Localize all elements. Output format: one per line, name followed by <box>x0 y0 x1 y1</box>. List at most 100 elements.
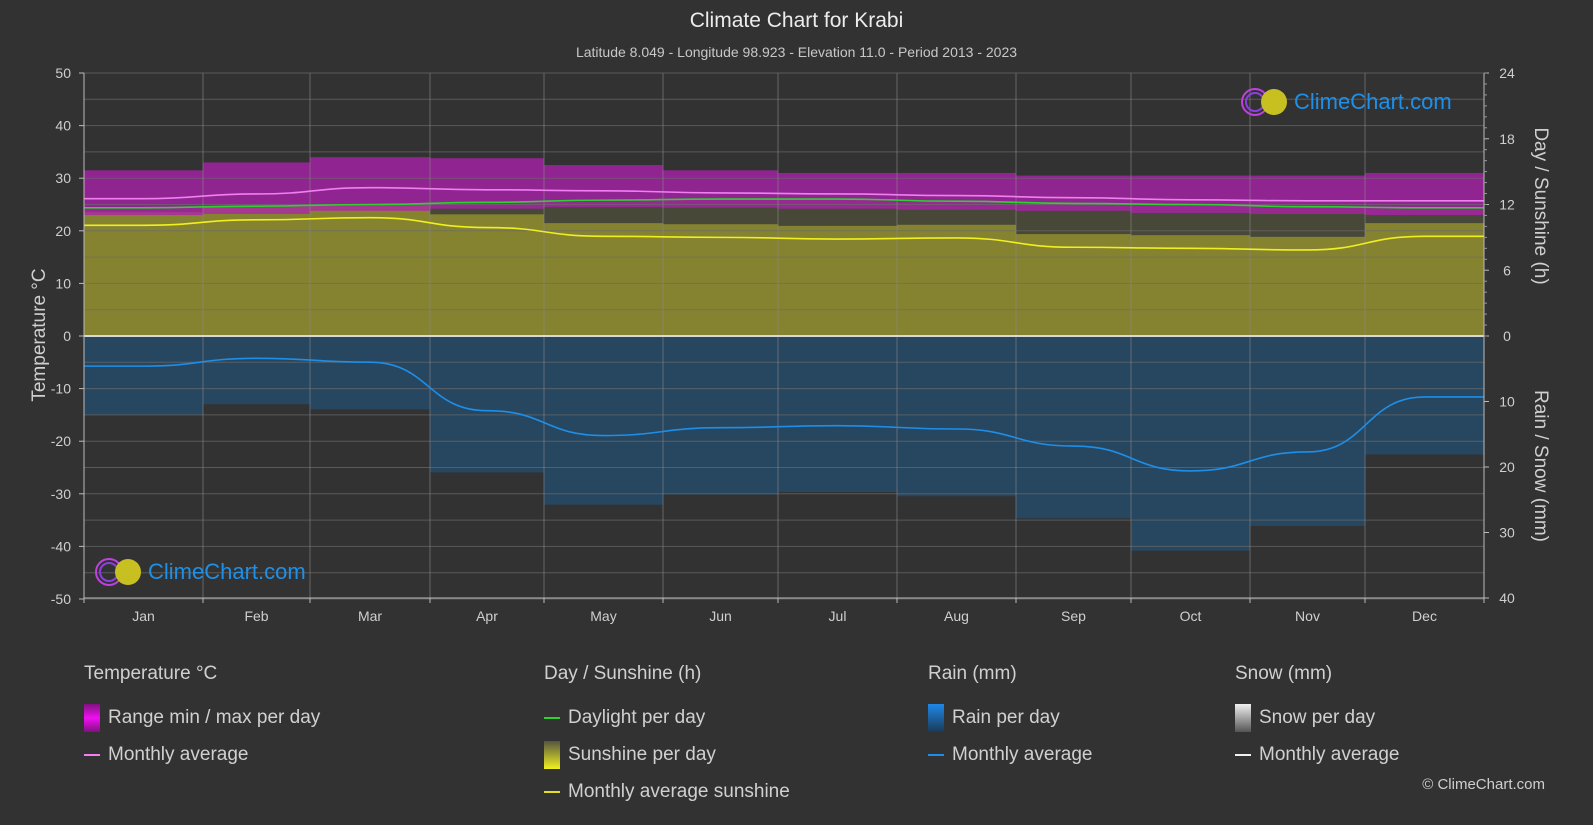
legend-label: Monthly average <box>1259 743 1400 765</box>
legend-rain-avg: Monthly average <box>928 735 1092 774</box>
climechart-logo-icon <box>95 558 141 586</box>
legend-temp-avg: Monthly average <box>84 735 320 774</box>
rain-band <box>203 336 310 405</box>
rain-avg-swatch <box>928 753 944 756</box>
temp-range-swatch <box>84 703 100 732</box>
rain-band <box>1365 336 1484 455</box>
legend-rain: Rain (mm) Rain per day Monthly average <box>928 663 1092 774</box>
right-axis-bottom-title: Rain / Snow (mm) <box>1530 389 1551 543</box>
legend-label: Rain per day <box>952 706 1060 728</box>
temp-range-band <box>1016 175 1131 211</box>
sunshine-band <box>203 206 310 336</box>
sunshine-band <box>663 224 778 336</box>
legend-snow-day: Snow per day <box>1235 698 1399 737</box>
sunshine-band <box>544 223 663 336</box>
rain-band <box>897 336 1016 497</box>
rain-band <box>84 336 203 415</box>
logo-bottom[interactable]: ClimeChart.com <box>94 557 306 587</box>
sunshine-band <box>1016 234 1131 336</box>
snow-avg-swatch <box>1235 753 1251 756</box>
legend-sunshine-avg: Monthly average sunshine <box>544 772 790 811</box>
legend-temp-range: Range min / max per day <box>84 698 320 737</box>
sunshine-band <box>430 214 544 336</box>
month-label: Sep <box>1061 608 1086 624</box>
legend-label: Monthly average sunshine <box>568 780 790 802</box>
temp-range-band <box>310 157 430 211</box>
sunshine-band <box>897 224 1016 336</box>
logo-text: ClimeChart.com <box>148 559 306 584</box>
sunshine-swatch <box>544 740 560 769</box>
month-label: Jan <box>132 608 155 624</box>
legend-label: Snow per day <box>1259 706 1376 728</box>
rain-band <box>778 336 897 492</box>
rain-band <box>1250 336 1365 527</box>
legend-sunshine-day: Sunshine per day <box>544 735 790 774</box>
month-label: Aug <box>944 608 969 624</box>
daylight-swatch <box>544 716 560 719</box>
sunshine-band <box>1250 236 1365 336</box>
logo-top[interactable]: ClimeChart.com <box>1240 87 1452 117</box>
month-label: Dec <box>1412 608 1437 624</box>
sunshine-avg-swatch <box>544 790 560 793</box>
month-label: Jun <box>709 608 732 624</box>
legend-label: Daylight per day <box>568 706 706 728</box>
legend-snow-title: Snow (mm) <box>1235 663 1333 684</box>
copyright: © ClimeChart.com <box>1422 776 1545 793</box>
sunshine-band <box>778 225 897 336</box>
legend-temperature: Temperature °C Range min / max per day M… <box>84 663 320 774</box>
legend-rain-title: Rain (mm) <box>928 663 1017 684</box>
rain-band <box>544 336 663 505</box>
left-tick-label: -30 <box>51 486 71 502</box>
temp-range-band <box>663 170 778 208</box>
right-bottom-tick-label: 20 <box>1499 459 1515 475</box>
legend-label: Monthly average <box>108 743 249 765</box>
left-tick-label: -40 <box>51 538 71 554</box>
left-tick-label: 20 <box>55 223 71 239</box>
left-tick-label: 10 <box>55 275 71 291</box>
temp-range-band <box>1365 172 1484 216</box>
left-tick-label: -50 <box>51 591 71 607</box>
left-tick-label: 40 <box>55 118 71 134</box>
legend-snow-avg: Monthly average <box>1235 735 1399 774</box>
right-top-tick-label: 12 <box>1499 197 1515 213</box>
right-bottom-tick-label: 30 <box>1499 525 1515 541</box>
month-label: Jul <box>829 608 847 624</box>
legend-snow: Snow (mm) Snow per day Monthly average <box>1235 663 1399 774</box>
climechart-logo-icon <box>1241 88 1287 116</box>
month-label: Apr <box>476 608 498 624</box>
left-axis-title: Temperature °C <box>29 268 50 402</box>
rain-band <box>1131 336 1250 551</box>
temp-range-band <box>1131 175 1250 213</box>
month-label: Oct <box>1180 608 1202 624</box>
right-bottom-tick-label: 40 <box>1499 590 1515 606</box>
legend-rain-day: Rain per day <box>928 698 1092 737</box>
month-label: Nov <box>1295 608 1320 624</box>
temp-avg-swatch <box>84 753 100 756</box>
right-bottom-tick-label: 10 <box>1499 394 1515 410</box>
left-tick-label: -10 <box>51 381 71 397</box>
sunshine-band <box>310 204 430 336</box>
legend-sunshine-title: Day / Sunshine (h) <box>544 663 702 684</box>
legend-sunshine: Day / Sunshine (h) Daylight per day Suns… <box>544 663 790 811</box>
left-tick-label: -20 <box>51 433 71 449</box>
rain-band <box>310 336 430 410</box>
month-label: Feb <box>244 608 268 624</box>
temp-range-band <box>1250 175 1365 214</box>
month-label: Mar <box>358 608 382 624</box>
left-tick-label: 0 <box>63 328 71 344</box>
right-top-tick-label: 18 <box>1499 131 1515 147</box>
legend-daylight: Daylight per day <box>544 698 790 737</box>
snow-swatch <box>1235 703 1251 732</box>
month-label: May <box>590 608 616 624</box>
logo-text: ClimeChart.com <box>1294 89 1452 114</box>
left-tick-label: 50 <box>55 65 71 81</box>
legend-label: Range min / max per day <box>108 706 321 728</box>
left-tick-label: 30 <box>55 170 71 186</box>
right-top-tick-label: 0 <box>1503 328 1511 344</box>
legend-label: Monthly average <box>952 743 1093 765</box>
right-top-tick-label: 24 <box>1499 65 1515 81</box>
legend-label: Sunshine per day <box>568 743 716 765</box>
rain-swatch <box>928 703 944 732</box>
rain-band <box>430 336 544 473</box>
rain-band <box>1016 336 1131 519</box>
